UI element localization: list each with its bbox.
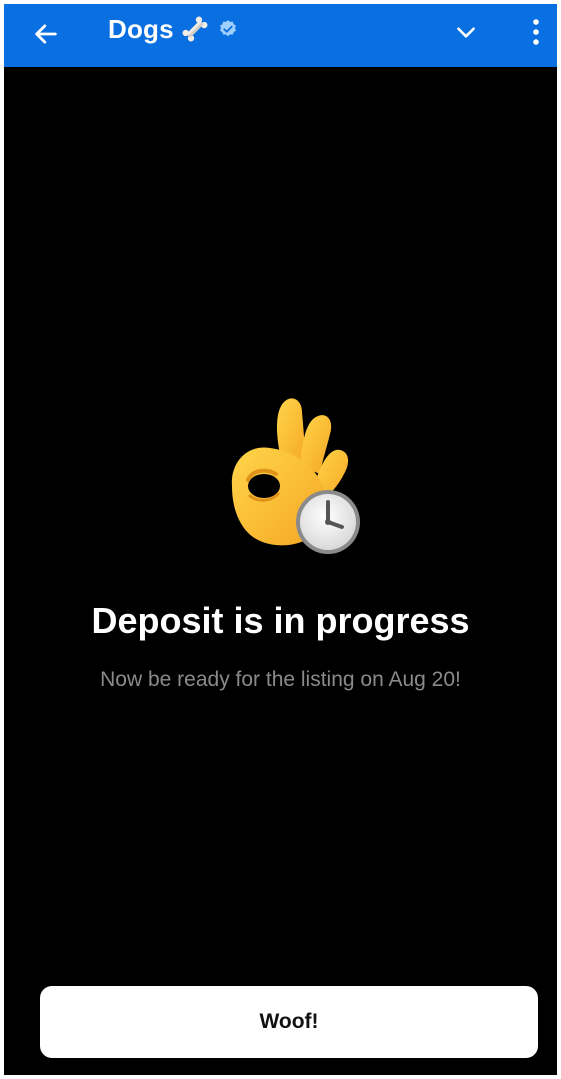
chevron-down-icon [457, 27, 475, 38]
top-app-bar: Dogs [4, 4, 557, 67]
more-options-button[interactable] [518, 10, 554, 54]
back-button[interactable] [24, 12, 68, 56]
status-headline: Deposit is in progress [91, 600, 470, 641]
page-title: Dogs [108, 13, 174, 44]
arrow-left-icon [35, 24, 57, 44]
ok-hand-with-clock-icon [231, 398, 360, 554]
channel-title[interactable]: Dogs [108, 4, 238, 54]
status-subtext: Now be ready for the listing on Aug 20! [100, 668, 461, 691]
bone-icon [182, 16, 208, 42]
woof-button[interactable]: Woof! [40, 986, 538, 1058]
app-screen: Dogs Deposit is in progress Now be ready… [4, 4, 557, 1075]
verified-badge-icon [219, 20, 236, 37]
expand-button[interactable] [444, 10, 488, 54]
more-vertical-icon [533, 19, 539, 45]
